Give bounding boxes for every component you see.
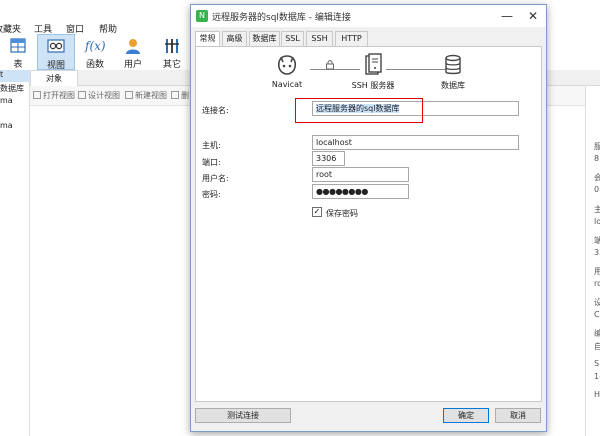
open-view-label: 打开视图 [43, 91, 75, 100]
diagram-node-database: 数据库 [418, 53, 488, 91]
tab-advanced[interactable]: 高级 [222, 31, 247, 46]
toolbar-user-label: 用户 [123, 60, 142, 70]
save-password-label: 保存密码 [326, 209, 358, 218]
tree-item[interactable]: ma [0, 96, 13, 105]
diagram-node-ssh-server: SSH 服务器 [338, 53, 408, 91]
lock-icon [326, 60, 334, 70]
toolbar-other-button[interactable]: 其它 [152, 34, 192, 70]
toolbar-user-button[interactable]: 用户 [113, 34, 153, 70]
info-text: 1( [594, 372, 600, 381]
save-password-checkbox[interactable]: ✓ [312, 207, 322, 217]
dialog-title-bar[interactable]: N 远程服务器的sql数据库 - 编辑连接 — ✕ [191, 5, 546, 27]
info-text: 自 [594, 342, 600, 351]
delete-view-button[interactable]: 删 [171, 90, 189, 101]
tab-ssh[interactable]: SSH [306, 31, 333, 46]
open-view-button[interactable]: 打开视图 [33, 90, 75, 101]
info-text: S [594, 359, 600, 368]
info-text: 编 [594, 329, 600, 338]
dialog-title: 远程服务器的sql数据库 - 编辑连接 [212, 13, 351, 23]
info-text: H [594, 390, 600, 399]
info-text: 主 [594, 205, 600, 214]
ok-button[interactable]: 确定 [443, 408, 489, 423]
tab-http[interactable]: HTTP [335, 31, 368, 46]
tree-item[interactable]: t [0, 70, 30, 82]
cancel-button[interactable]: 取消 [495, 408, 541, 423]
tree-item[interactable]: 数据库 [0, 83, 24, 94]
tab-ssl[interactable]: SSL [281, 31, 304, 46]
annotation-highlight-box [295, 98, 423, 123]
database-icon [445, 54, 461, 75]
toolbar-function-button[interactable]: f(x) 函数 [75, 34, 115, 70]
open-view-icon [33, 91, 41, 99]
new-view-button[interactable]: 新建视图 [125, 90, 167, 101]
tools-icon [165, 39, 179, 53]
new-view-icon [125, 91, 133, 99]
view-icon [47, 39, 65, 53]
info-text: ro [594, 279, 600, 288]
toolbar-table-label: 表 [13, 60, 23, 70]
info-text: 服 [594, 142, 600, 151]
navicat-app-icon: N [196, 10, 208, 22]
design-view-icon [78, 91, 86, 99]
toolbar-table-button[interactable]: 表 [0, 34, 38, 70]
info-text: 0 [594, 185, 600, 194]
connection-tree-panel: t 数据库 ma ma [0, 70, 30, 436]
toolbar-other-label: 其它 [162, 60, 181, 70]
user-icon [126, 39, 140, 54]
host-label: 主机: [202, 141, 221, 150]
info-text: 端 [594, 236, 600, 245]
connection-name-label: 连接名: [202, 106, 229, 115]
info-text: 用 [594, 267, 600, 276]
delete-view-icon [171, 91, 179, 99]
minimize-button[interactable]: — [499, 8, 515, 24]
connection-diagram: Navicat SSH 服务器 数据库 [260, 53, 480, 97]
navicat-icon [277, 55, 297, 75]
toolbar-function-label: 函数 [85, 60, 104, 70]
delete-view-label: 删 [181, 91, 189, 100]
info-text: 8. [594, 154, 600, 163]
diagram-label-navicat: Navicat [271, 80, 303, 89]
design-view-label: 设计视图 [88, 91, 120, 100]
diagram-node-navicat: Navicat [252, 53, 322, 89]
design-view-button[interactable]: 设计视图 [78, 90, 120, 101]
username-label: 用户名: [202, 174, 229, 183]
username-input[interactable]: root [312, 167, 409, 182]
tab-general[interactable]: 常规 [195, 31, 220, 47]
close-button[interactable]: ✕ [525, 8, 541, 24]
info-text: lo [594, 217, 600, 226]
tab-database[interactable]: 数据库 [249, 31, 280, 46]
password-input[interactable]: ●●●●●●●● [312, 184, 409, 199]
toolbar-view-button[interactable]: 视图 [37, 34, 75, 71]
password-label: 密码: [202, 190, 221, 199]
info-text: 设 [594, 298, 600, 307]
table-icon [10, 38, 26, 53]
tab-objects[interactable]: 对象 [30, 70, 78, 86]
tree-item[interactable]: ma [0, 121, 13, 130]
function-icon: f(x) [85, 39, 106, 53]
info-text: 会 [594, 173, 600, 182]
test-connection-button[interactable]: 测试连接 [195, 408, 291, 423]
general-tab-page: Navicat SSH 服务器 数据库 连接名: 远程服务器的sql数据库 主机… [195, 46, 542, 402]
port-input[interactable]: 3306 [312, 151, 345, 166]
host-input[interactable]: localhost [312, 135, 519, 150]
info-text: C: [594, 310, 600, 319]
new-view-label: 新建视图 [135, 91, 167, 100]
diagram-label-ssh-server: SSH 服务器 [351, 81, 395, 90]
server-icon [365, 53, 382, 75]
info-text: 33 [594, 248, 600, 257]
edit-connection-dialog: N 远程服务器的sql数据库 - 编辑连接 — ✕ 常规 高级 数据库 SSL … [190, 4, 547, 432]
port-label: 端口: [202, 158, 221, 167]
diagram-label-database: 数据库 [441, 81, 465, 90]
info-panel: 服 8. 会 0 主 lo 端 33 用 ro 设 C: 编 自 S 1( H [585, 86, 600, 436]
